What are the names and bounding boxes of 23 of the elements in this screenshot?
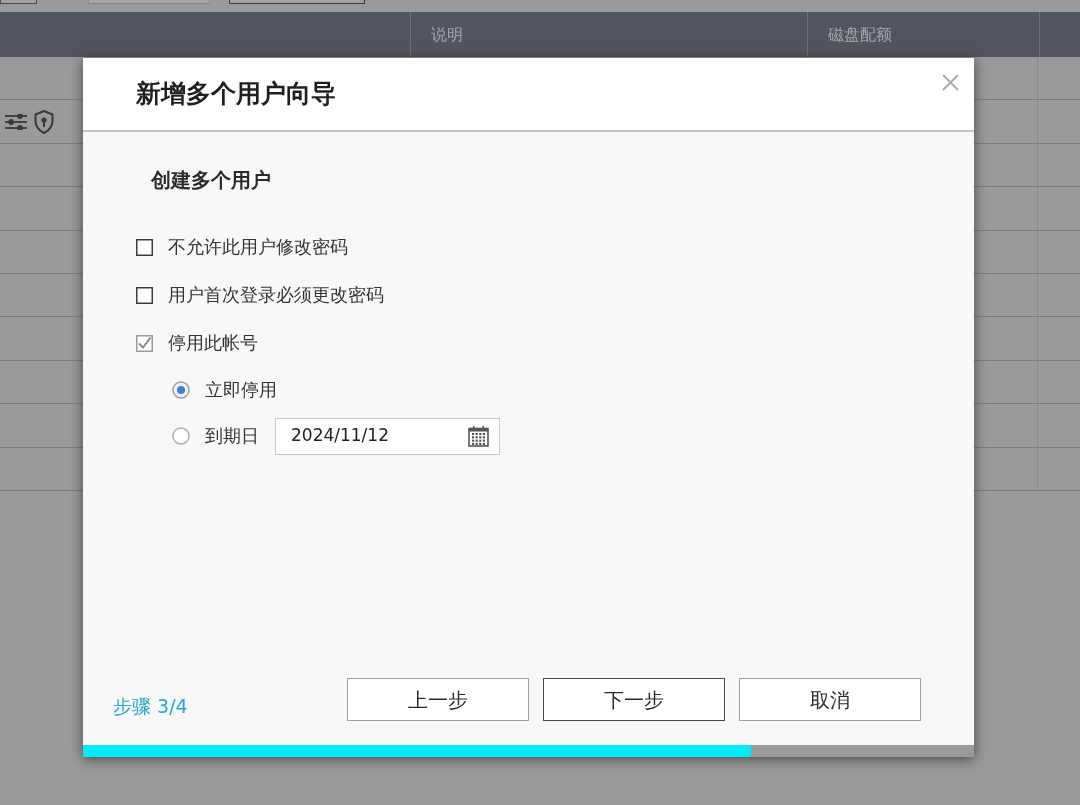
checkbox-label: 用户首次登录必须更改密码: [168, 283, 384, 307]
checkbox-label: 停用此帐号: [168, 331, 258, 355]
checkbox[interactable]: [136, 286, 153, 304]
toolbar-button[interactable]: [229, 0, 365, 4]
radio-label: 到期日: [205, 424, 259, 448]
calendar-icon[interactable]: [468, 425, 489, 447]
wizard-button[interactable]: 下一步: [543, 678, 725, 721]
radio-button[interactable]: [172, 381, 190, 399]
radio-label: 立即停用: [205, 378, 277, 402]
shield-keyhole-icon[interactable]: [34, 109, 54, 134]
wizard-button[interactable]: 上一步: [347, 678, 529, 721]
toolbar-button[interactable]: [0, 0, 37, 4]
close-icon[interactable]: [942, 74, 959, 91]
radio-button[interactable]: [172, 427, 190, 445]
checkbox-label: 不允许此用户修改密码: [168, 235, 348, 259]
checkbox[interactable]: [136, 334, 153, 352]
dialog-title: 新增多个用户向导: [136, 78, 336, 111]
checkbox[interactable]: [136, 238, 153, 256]
section-title: 创建多个用户: [151, 168, 271, 192]
date-field[interactable]: 2024/11/12: [275, 417, 500, 455]
step-indicator: 步骤 3/4: [113, 693, 188, 719]
wizard-button[interactable]: 取消: [739, 678, 921, 721]
sliders-icon[interactable]: [5, 113, 27, 130]
